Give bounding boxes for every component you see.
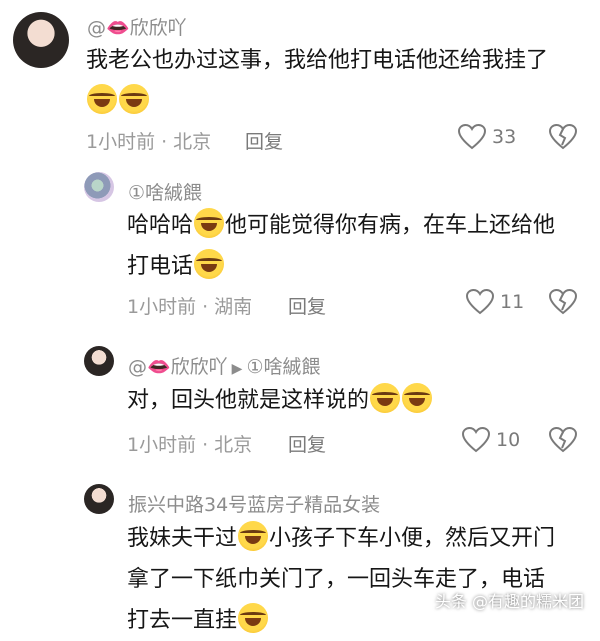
avatar[interactable] — [13, 12, 69, 68]
comment-meta: 1小时前 · 湖南 — [127, 296, 253, 318]
comment-location: 北京 — [173, 131, 212, 153]
laughing-crying-emoji-icon — [119, 84, 149, 114]
like-button[interactable]: 11 — [466, 289, 524, 315]
laughing-crying-emoji-icon — [194, 249, 225, 279]
comment-text: 哈哈哈 他可能觉得你有病，在车上还给他 打电话 — [127, 205, 592, 287]
reply-button[interactable]: 回复 — [288, 430, 326, 457]
comment-time: 1小时前 — [127, 434, 197, 456]
comment-meta: 1小时前 · 北京 — [127, 434, 253, 456]
like-count: 33 — [492, 126, 517, 148]
comment-time: 1小时前 — [127, 296, 197, 318]
comment-username[interactable]: ①啥絾餵 — [128, 178, 202, 205]
comment-username: @👄欣欣吖 ▶ ①啥絾餵 — [128, 352, 321, 379]
broken-heart-icon — [548, 288, 578, 315]
laughing-crying-emoji-icon — [87, 84, 117, 114]
comment-location: 北京 — [214, 434, 253, 456]
comment-text: 我妹夫干过 小孩子下车小便，然后又开门 拿了一下纸巾关门了，一回头车走了，电话 打… — [127, 518, 592, 641]
comment-text-line: 我妹夫干过 — [127, 526, 238, 551]
comment-text-line: 打去一直挂 — [127, 608, 238, 633]
reply-to-username[interactable]: ①啥絾餵 — [246, 356, 320, 378]
comment-text-line: 打电话 — [127, 254, 194, 279]
comment-text-line: 我老公也办过这事，我给他打电话他还给我挂了 — [86, 48, 549, 73]
comment-text: 我老公也办过这事，我给他打电话他还给我挂了 — [86, 40, 586, 122]
watermark: 头条 @有趣的糯米团 — [434, 592, 584, 611]
like-count: 11 — [500, 291, 525, 313]
comment-text-line: 小孩子下车小便，然后又开门 — [269, 526, 556, 551]
laughing-crying-emoji-icon — [238, 603, 269, 633]
laughing-crying-emoji-icon — [402, 383, 433, 413]
avatar[interactable] — [84, 484, 114, 514]
comment-text-line: 对，回头他就是这样说的 — [127, 388, 370, 413]
comment-text: 对，回头他就是这样说的 — [127, 380, 592, 421]
laughing-crying-emoji-icon — [238, 521, 269, 551]
dislike-button[interactable] — [548, 123, 578, 154]
like-count: 10 — [496, 429, 521, 451]
avatar[interactable] — [84, 172, 114, 202]
heart-icon — [462, 427, 490, 453]
comment-text-line: 他可能觉得你有病，在车上还给他 — [225, 213, 556, 238]
reply-arrow-icon: ▶ — [231, 361, 243, 377]
comment-username[interactable]: 振兴中路34号蓝房子精品女装 — [128, 490, 380, 517]
like-button[interactable]: 10 — [462, 427, 520, 453]
reply-button[interactable]: 回复 — [245, 127, 283, 154]
laughing-crying-emoji-icon — [370, 383, 401, 413]
heart-icon — [466, 289, 494, 315]
comment-username[interactable]: @👄欣欣吖 — [87, 13, 187, 40]
like-button[interactable]: 33 — [458, 124, 516, 150]
comment-location: 湖南 — [214, 296, 253, 318]
heart-icon — [458, 124, 486, 150]
comment-text-line: 哈哈哈 — [127, 213, 194, 238]
reply-username[interactable]: @👄欣欣吖 — [128, 356, 228, 378]
avatar[interactable] — [84, 346, 114, 376]
broken-heart-icon — [548, 123, 578, 150]
comment-time: 1小时前 — [86, 131, 156, 153]
comment-meta: 1小时前 · 北京 — [86, 131, 212, 153]
broken-heart-icon — [548, 426, 578, 453]
dislike-button[interactable] — [548, 426, 578, 457]
laughing-crying-emoji-icon — [194, 208, 225, 238]
dislike-button[interactable] — [548, 288, 578, 319]
reply-button[interactable]: 回复 — [288, 292, 326, 319]
